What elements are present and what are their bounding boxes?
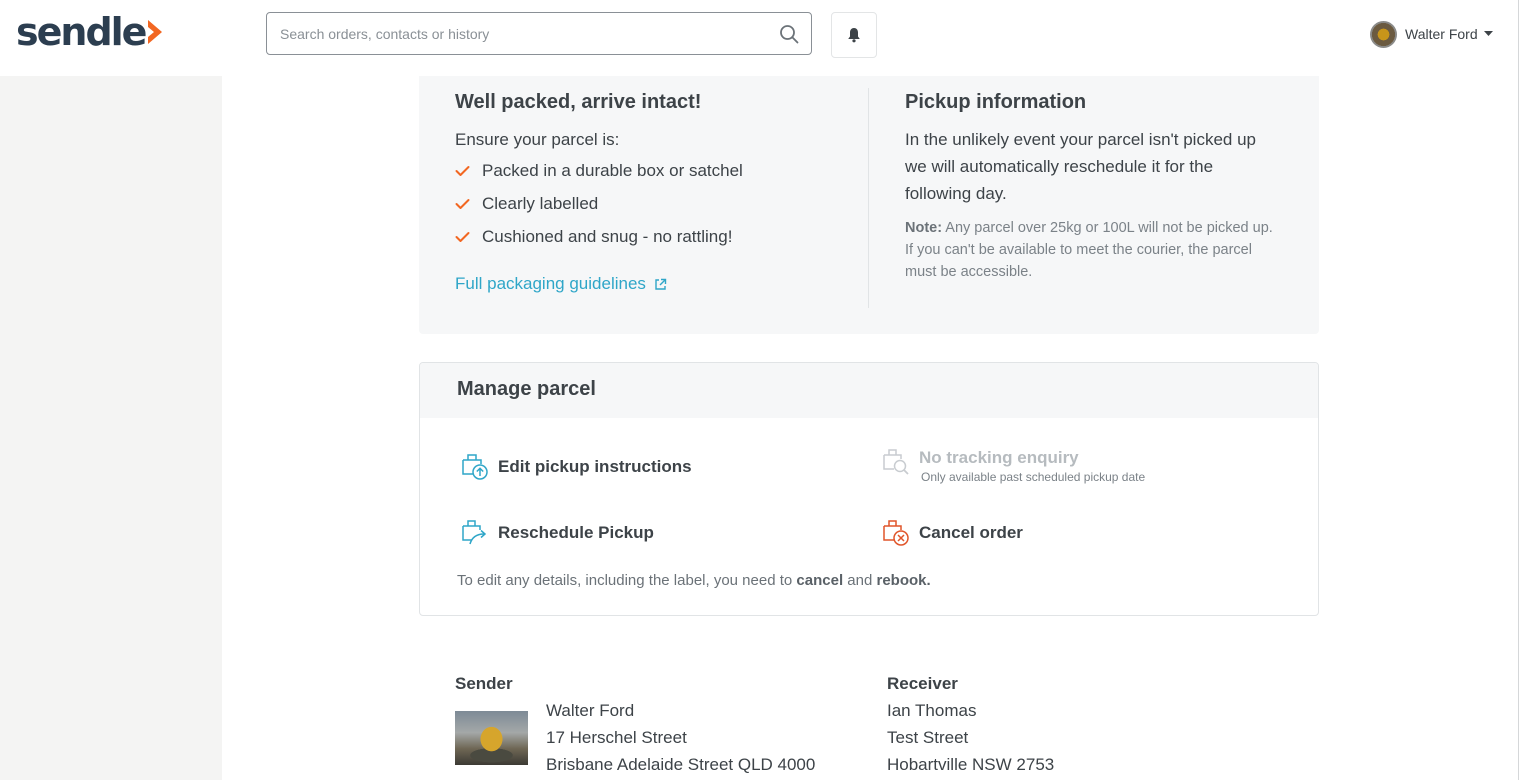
info-panel: Well packed, arrive intact! Ensure your …: [419, 76, 1319, 334]
footer-rebook-word: rebook.: [876, 572, 931, 589]
left-sidebar: [0, 76, 222, 780]
receiver-city: Hobartville NSW 2753: [887, 755, 1055, 774]
sender-street: 17 Herschel Street: [546, 728, 687, 747]
pickup-info-title: Pickup information: [905, 91, 1087, 113]
packaging-guidelines-label: Full packaging guidelines: [455, 274, 646, 293]
user-name: Walter Ford: [1405, 26, 1478, 42]
notifications-button[interactable]: [831, 12, 877, 58]
reschedule-pickup-label: Reschedule Pickup: [498, 523, 654, 542]
avatar: [1370, 20, 1397, 48]
footer-cancel-word: cancel: [796, 572, 844, 589]
footer-and: and: [843, 572, 877, 589]
search-icon: [780, 24, 799, 43]
checklist-item-label: Packed in a durable box or satchel: [482, 161, 743, 180]
note-text: Any parcel over 25kg or 100L will not be…: [905, 220, 1273, 280]
pickup-info-line: following day.: [905, 184, 1007, 203]
edit-pickup-instructions-button[interactable]: Edit pickup instructions: [460, 452, 692, 482]
tracking-enquiry-hint: Only available past scheduled pickup dat…: [921, 470, 1146, 484]
search-bar: [266, 12, 812, 55]
sendle-logo[interactable]: sendle: [16, 12, 164, 52]
parcel-reschedule-icon: [462, 520, 487, 545]
pickup-info-line: In the unlikely event your parcel isn't …: [905, 130, 1256, 149]
user-menu[interactable]: Walter Ford: [1370, 20, 1493, 48]
bell-icon: [848, 28, 860, 43]
manage-parcel-card: Manage parcel Edit pickup instructions N…: [419, 362, 1319, 616]
pickup-note: Note: Any parcel over 25kg or 100L will …: [905, 217, 1277, 283]
packaging-guidelines-link[interactable]: Full packaging guidelines: [455, 274, 667, 294]
receiver-name: Ian Thomas: [887, 701, 977, 720]
reschedule-pickup-button[interactable]: Reschedule Pickup: [460, 518, 654, 548]
logo-wordmark: sendle: [16, 10, 147, 54]
checkmark-icon: [455, 199, 470, 209]
search-button[interactable]: [767, 13, 811, 54]
caret-down-icon: [1483, 31, 1493, 36]
packing-intro: Ensure your parcel is:: [455, 130, 620, 149]
manage-parcel-header: Manage parcel: [420, 363, 1318, 418]
pickup-info-line: we will automatically reschedule it for …: [905, 157, 1214, 176]
search-input[interactable]: [267, 13, 767, 54]
packing-title: Well packed, arrive intact!: [455, 91, 702, 113]
sender-title: Sender: [455, 674, 513, 693]
receiver-street: Test Street: [887, 728, 969, 747]
note-label: Note:: [905, 220, 943, 236]
cancel-order-button[interactable]: Cancel order: [881, 518, 1023, 548]
edit-pickup-instructions-label: Edit pickup instructions: [498, 457, 692, 476]
checklist-item-label: Clearly labelled: [482, 194, 599, 213]
checkmark-icon: [455, 166, 470, 176]
checklist-item: Clearly labelled: [455, 194, 598, 214]
logo-chevron-icon: [148, 20, 163, 44]
top-header: sendle Walter Ford: [0, 0, 1519, 76]
sender-city: Brisbane Adelaide Street QLD 4000: [546, 755, 816, 774]
sender-photo: [455, 711, 528, 765]
checklist-item-label: Cushioned and snug - no rattling!: [482, 227, 733, 246]
checklist-item: Cushioned and snug - no rattling!: [455, 227, 732, 247]
manage-parcel-title: Manage parcel: [457, 378, 596, 400]
tracking-enquiry-button: No tracking enquiry Only available past …: [881, 447, 1145, 484]
panel-divider: [868, 88, 869, 308]
external-link-icon: [655, 278, 667, 290]
parcel-cancel-icon: [883, 520, 909, 546]
footer-text: To edit any details, including the label…: [457, 572, 797, 589]
checkmark-icon: [455, 232, 470, 242]
parcel-upload-icon: [462, 454, 488, 480]
checklist-item: Packed in a durable box or satchel: [455, 161, 743, 181]
manage-footer-note: To edit any details, including the label…: [457, 572, 931, 589]
tracking-enquiry-label: No tracking enquiry: [919, 448, 1079, 467]
receiver-title: Receiver: [887, 674, 958, 693]
cancel-order-label: Cancel order: [919, 523, 1023, 542]
sender-name: Walter Ford: [546, 701, 635, 720]
parcel-search-icon: [883, 449, 909, 475]
